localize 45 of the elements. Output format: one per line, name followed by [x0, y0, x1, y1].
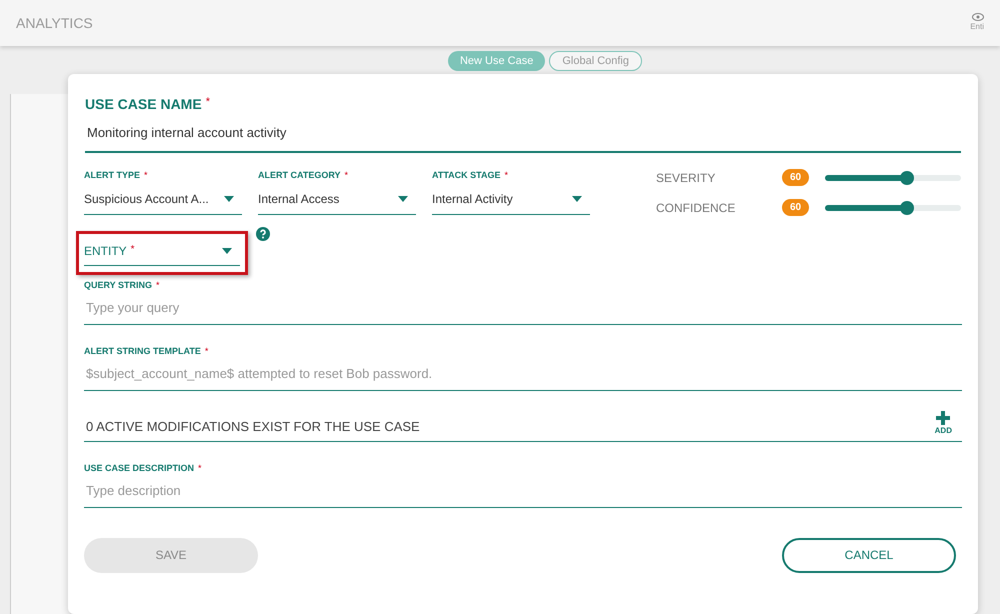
field-label: ATTACK STAGE — [432, 168, 500, 182]
value-badge: 60 — [782, 199, 810, 216]
dropdown-value: Internal Activity — [432, 191, 513, 208]
eye-icon — [972, 13, 984, 21]
entity-label: ENTITY — [84, 242, 127, 260]
field-label: USE CASE DESCRIPTION — [84, 462, 194, 474]
field-label: ALERT STRING TEMPLATE — [84, 344, 201, 358]
caret-icon — [398, 196, 408, 202]
add-button[interactable]: ADD — [934, 410, 952, 436]
dropdown[interactable]: Internal Access — [258, 190, 416, 215]
slider-thumb[interactable] — [900, 170, 914, 184]
required-mark: * — [198, 462, 202, 474]
value-badge: 60 — [782, 169, 810, 186]
caret-icon — [224, 196, 234, 202]
required-mark: * — [144, 168, 148, 182]
required-mark: * — [156, 278, 160, 292]
entity-dropdown[interactable]: ENTITY * — [84, 242, 240, 266]
required-mark: * — [206, 95, 210, 110]
template-field[interactable]: $subject_account_name$ attempted to reset Bob password. — [84, 364, 962, 390]
dropdown[interactable]: Suspicious Account A... — [84, 190, 242, 215]
page-title: ANALYTICS — [16, 14, 93, 32]
description-field[interactable]: Type description — [84, 481, 962, 508]
query-field[interactable]: Type your query — [84, 298, 962, 324]
caret-icon — [222, 248, 232, 254]
field-label: ALERT TYPE — [84, 168, 140, 182]
required-mark: * — [130, 242, 135, 256]
slider-label: CONFIDENCE — [656, 200, 736, 216]
required-mark: * — [504, 168, 508, 182]
required-mark: * — [204, 344, 208, 358]
field-label: USE CASE NAME — [85, 95, 202, 114]
caret-icon — [572, 196, 582, 202]
field-label: QUERY STRING — [84, 278, 152, 292]
cancel-button[interactable]: CANCEL — [782, 538, 956, 572]
dropdown[interactable]: Internal Activity — [432, 190, 590, 215]
dropdown-value: Internal Access — [258, 191, 340, 208]
use-case-name-value[interactable]: Monitoring internal account activity — [85, 123, 961, 142]
entity-label: Enti — [970, 21, 984, 33]
help-icon[interactable] — [256, 226, 270, 240]
modifications-text: 0 ACTIVE MODIFICATIONS EXIST FOR THE USE CASE — [85, 418, 420, 436]
dropdown-value: Suspicious Account A... — [84, 191, 209, 208]
slider-thumb[interactable] — [900, 200, 914, 214]
plus-icon — [936, 410, 950, 424]
required-mark: * — [344, 168, 348, 182]
field-label: ALERT CATEGORY — [258, 168, 340, 182]
slider-label: SEVERITY — [656, 170, 716, 186]
